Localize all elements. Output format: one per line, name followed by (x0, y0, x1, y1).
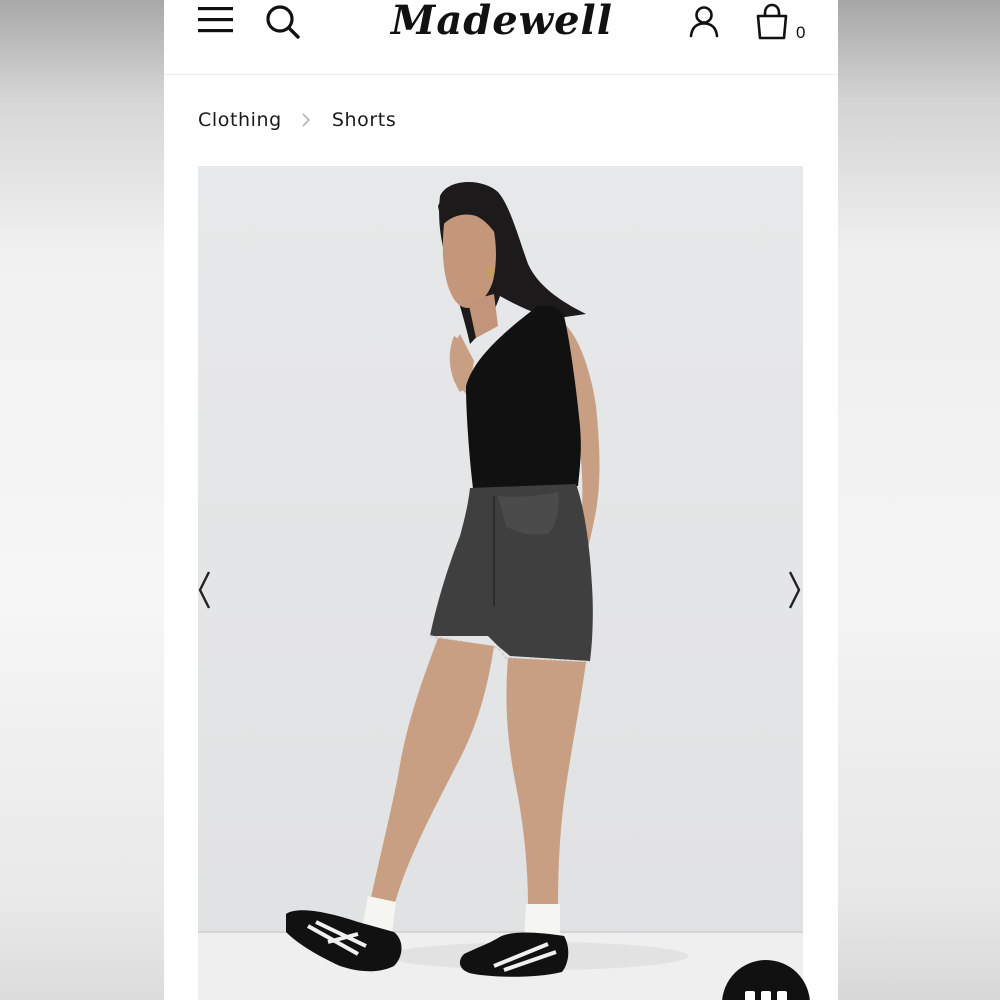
background-left (0, 0, 164, 1000)
site-header: Madewell 0 (164, 0, 838, 75)
bag-count: 0 (796, 23, 806, 42)
product-image-gallery[interactable] (198, 166, 803, 1000)
breadcrumb: Clothing Shorts (198, 105, 396, 135)
breadcrumb-shorts[interactable]: Shorts (332, 109, 397, 131)
bag-icon[interactable] (754, 2, 790, 42)
account-icon[interactable] (688, 2, 720, 40)
chevron-right-icon (302, 113, 310, 127)
chat-dots-icon (745, 991, 787, 1000)
search-icon[interactable] (265, 3, 301, 41)
mobile-page: Madewell 0 Clothing Shorts (164, 0, 838, 1000)
chevron-right-icon[interactable] (784, 568, 803, 616)
breadcrumb-clothing[interactable]: Clothing (198, 109, 282, 131)
brand-logo[interactable]: Madewell (386, 0, 618, 54)
chevron-left-icon[interactable] (198, 568, 222, 616)
brand-logo-text: Madewell (389, 0, 613, 44)
menu-icon[interactable] (197, 4, 235, 38)
product-photo (286, 181, 688, 977)
background-right (838, 0, 1000, 1000)
